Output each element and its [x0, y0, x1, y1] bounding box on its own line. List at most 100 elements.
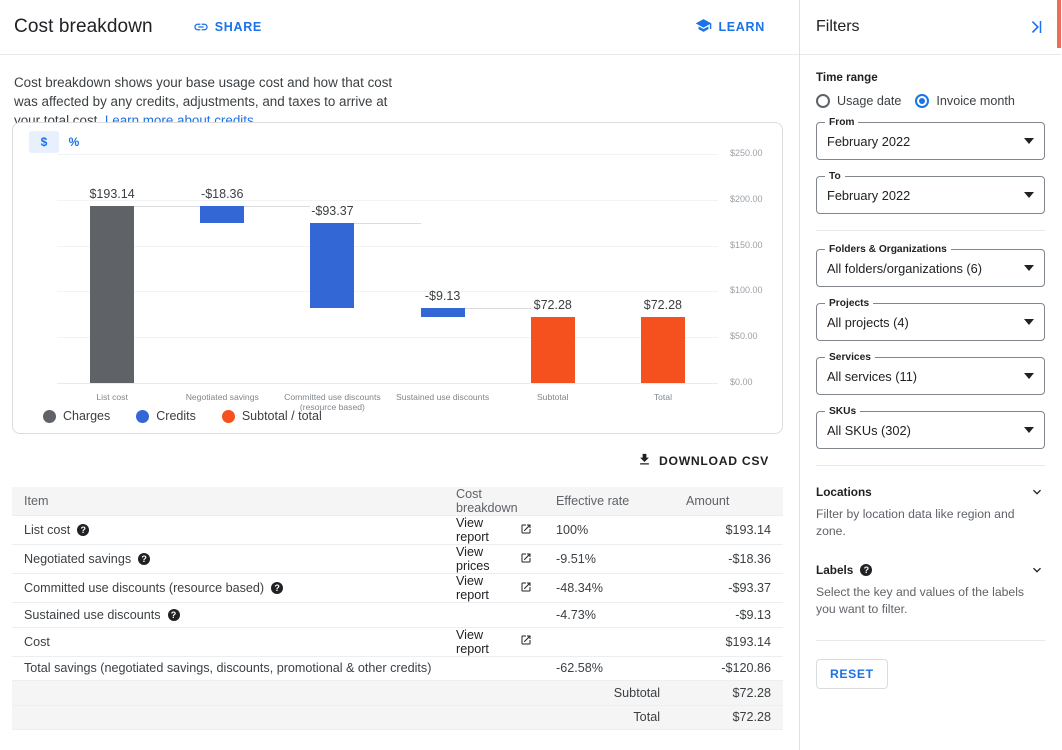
cell-amount: -$18.36 [674, 544, 783, 574]
date-field-to[interactable]: To February 2022 [816, 171, 1045, 214]
cell-cost-breakdown[interactable]: View report [444, 573, 544, 603]
chart-gridline [57, 291, 718, 293]
top-bar: Cost breakdown SHARE LEARN [0, 0, 799, 55]
legend-color-dot [43, 409, 56, 423]
view-report-link[interactable]: View report [456, 628, 532, 656]
scrollbar-thumb[interactable] [1057, 0, 1061, 48]
chart-bar[interactable] [310, 222, 355, 309]
cell-item [12, 705, 444, 730]
table-row: Cost View report $193.14 [12, 627, 783, 657]
select-services[interactable]: Services All services (11) [816, 352, 1045, 395]
y-axis-tick-label: $100.00 [730, 285, 763, 296]
view-link-label: View report [456, 574, 489, 602]
select-skus[interactable]: SKUs All SKUs (302) [816, 406, 1045, 449]
page-title: Cost breakdown [14, 16, 153, 37]
field-legend: SKUs [825, 406, 861, 417]
select-projects[interactable]: Projects All projects (4) [816, 298, 1045, 341]
cell-cost-breakdown [444, 602, 544, 628]
filters-divider-2 [816, 465, 1045, 466]
app-root: Cost breakdown SHARE LEARN Cost breakdow… [0, 0, 1062, 750]
help-icon[interactable]: ? [138, 553, 151, 565]
cell-cost-breakdown [444, 656, 544, 681]
field-legend: From [825, 117, 859, 128]
share-button[interactable]: SHARE [193, 19, 262, 35]
radio-circle-icon [816, 94, 830, 108]
chart-bar[interactable] [90, 206, 135, 383]
table-summary-row: Total $72.28 [12, 705, 783, 730]
legend-item[interactable]: Credits [136, 409, 196, 423]
filters-panel: Filters Time range Usage date Invoice mon… [800, 0, 1061, 750]
col-header-amount: Amount [674, 487, 783, 516]
accordion-title-label: Labels [816, 563, 854, 577]
field-legend: Services [825, 352, 875, 363]
cell-effective-rate: -62.58% [544, 656, 674, 681]
description-text: Cost breakdown shows your base usage cos… [0, 55, 430, 130]
view-link-label: View prices [456, 545, 490, 573]
view-report-link[interactable]: View report [456, 574, 532, 602]
chart-bar[interactable] [640, 316, 685, 383]
radio-invoice-month[interactable]: Invoice month [915, 94, 1015, 108]
help-icon[interactable]: ? [77, 524, 90, 536]
help-icon[interactable]: ? [167, 608, 180, 621]
cost-table-head: Item Cost breakdown Effective rate Amoun… [12, 487, 783, 516]
collapse-right-icon[interactable] [1027, 18, 1045, 36]
chart-bar[interactable] [420, 308, 465, 317]
table-header-row: Item Cost breakdown Effective rate Amoun… [12, 487, 783, 516]
legend-color-dot [221, 409, 235, 423]
accordion-header[interactable]: Locations [816, 484, 1045, 500]
field-legend: Projects [825, 298, 874, 309]
cell-effective-rate: -9.51% [544, 544, 674, 574]
y-axis-tick-label: $0.00 [730, 377, 753, 387]
cell-effective-rate: 100% [544, 515, 674, 545]
help-icon[interactable]: ? [271, 582, 284, 594]
item-label: Committed use discounts (resource based) [24, 581, 265, 595]
learn-label: LEARN [718, 20, 765, 34]
y-axis-tick-label: $150.00 [730, 239, 763, 250]
select-folders-organizations[interactable]: Folders & Organizations All folders/organ… [816, 244, 1045, 287]
view-report-link[interactable]: View report [456, 516, 532, 544]
cell-amount: $193.14 [674, 627, 783, 657]
filters-header: Filters [800, 0, 1061, 55]
cell-amount: -$9.13 [674, 602, 783, 628]
cell-item: Sustained use discounts? [12, 602, 444, 628]
y-axis-tick-label: $200.00 [730, 193, 763, 204]
x-axis-category-label: List cost [96, 392, 128, 402]
field-value: February 2022 [827, 133, 911, 149]
view-report-link[interactable]: View prices [456, 545, 532, 573]
cell-cost-breakdown[interactable]: View report [444, 515, 544, 545]
cell-cost-breakdown[interactable]: View report [444, 627, 544, 657]
download-csv-button[interactable]: DOWNLOAD CSV [637, 452, 769, 470]
date-fields-group: From February 2022 To February 2022 [816, 117, 1045, 214]
learn-button[interactable]: LEARN [695, 17, 765, 37]
table-row: Sustained use discounts? -4.73% -$9.13 [12, 602, 783, 628]
chart-bar[interactable] [530, 316, 575, 383]
chart-bar-value-label: $193.14 [89, 187, 135, 202]
chart-gridline [57, 383, 718, 384]
table-row: Negotiated savings? View prices -9.51% -$18… [12, 544, 783, 574]
radio-label: Invoice month [936, 94, 1015, 108]
accordion-title: Locations [816, 485, 872, 499]
accordion-locations: Locations Filter by location data like re… [816, 484, 1045, 540]
cell-cost-breakdown[interactable]: View prices [444, 544, 544, 574]
external-link-icon [520, 581, 532, 596]
help-icon[interactable]: ? [860, 564, 873, 576]
radio-label: Usage date [837, 94, 902, 108]
field-value: All projects (4) [827, 314, 909, 330]
accordion-header[interactable]: Labels? [816, 562, 1045, 578]
accordion-labels: Labels? Select the key and values of the … [816, 562, 1045, 618]
reset-button[interactable]: RESET [816, 659, 888, 689]
field-value: All services (11) [827, 368, 918, 384]
cell-amount: -$120.86 [674, 656, 783, 681]
radio-usage-date[interactable]: Usage date [816, 94, 901, 108]
accordion-title-label: Locations [816, 485, 872, 499]
cell-cost-breakdown [444, 680, 544, 706]
legend-item[interactable]: Subtotal / total [221, 409, 322, 423]
chevron-down-icon[interactable] [1029, 484, 1045, 500]
chevron-down-icon[interactable] [1029, 562, 1045, 578]
cost-table-body: List cost? View report 100% $193.14 Negotiat… [12, 515, 783, 730]
date-field-from[interactable]: From February 2022 [816, 117, 1045, 160]
radio-circle-icon [915, 94, 930, 108]
chart-bar[interactable] [200, 206, 245, 223]
cell-item: List cost? [12, 515, 444, 545]
legend-item[interactable]: Charges [43, 409, 110, 423]
